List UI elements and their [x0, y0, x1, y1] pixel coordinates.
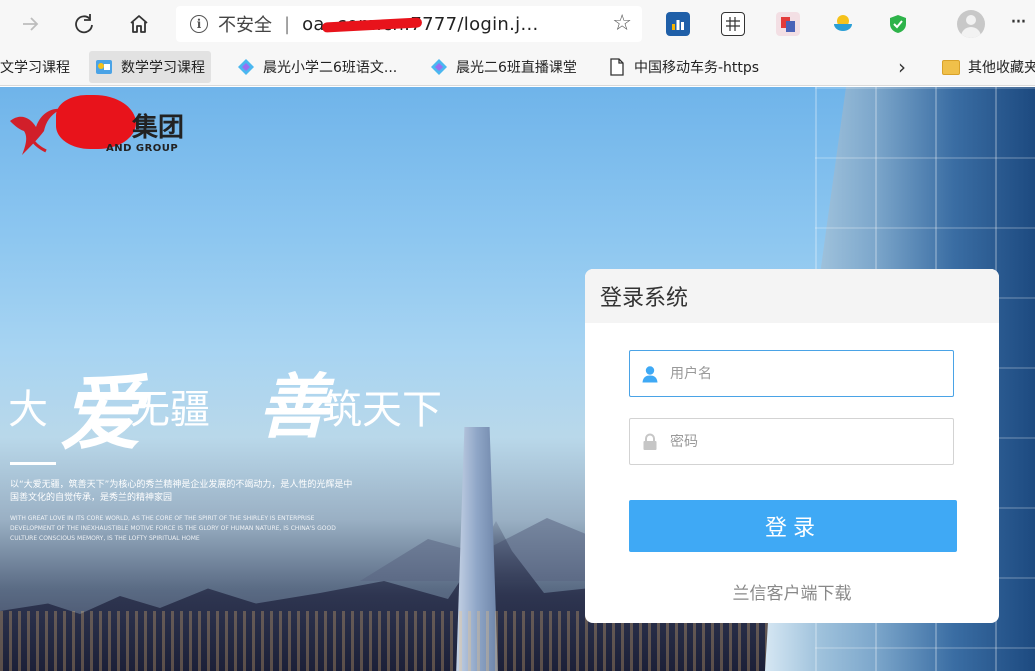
- chart-extension-icon[interactable]: [666, 12, 690, 36]
- bookmark-label: 晨光小学二6班语文...: [263, 60, 398, 76]
- bookmark-label: 晨光二6班直播课堂: [456, 60, 577, 76]
- security-label[interactable]: 不安全: [218, 11, 272, 37]
- login-card: 登录系统 登录 兰信客户端下载: [585, 269, 999, 623]
- bookmark-label: 中国移动车务-https: [634, 60, 760, 76]
- logo-english-text: AND GROUP: [106, 143, 179, 154]
- shield-extension-icon[interactable]: [886, 12, 910, 36]
- info-icon[interactable]: i: [190, 15, 208, 33]
- company-logo: 集团 AND GROUP: [6, 93, 196, 159]
- slogan-char: 无疆: [130, 387, 210, 433]
- slogan-divider: [10, 462, 56, 465]
- password-field[interactable]: [629, 418, 954, 465]
- bookmark-label: 数学学习课程: [121, 60, 205, 76]
- browser-toolbar: i 不安全 | oa .com.cn:7777/login.j... ☆ ···: [0, 0, 1035, 48]
- user-icon: [630, 351, 670, 396]
- arrow-right-icon: [23, 17, 39, 31]
- username-input[interactable]: [670, 365, 940, 382]
- refresh-button[interactable]: [68, 8, 100, 40]
- slogan-description-en: WITH GREAT LOVE IN ITS CORE WORLD, AS TH…: [10, 515, 336, 542]
- bookmark-label: 文学习课程: [0, 60, 70, 76]
- address-bar[interactable]: i 不安全 | oa .com.cn:7777/login.j... ☆: [176, 6, 642, 42]
- logo-redaction: [56, 95, 136, 149]
- back-button[interactable]: [14, 8, 46, 40]
- password-input[interactable]: [670, 433, 940, 450]
- slogan-char-large: 善: [258, 365, 328, 448]
- login-button[interactable]: 登录: [629, 500, 957, 552]
- diamond-icon: [430, 58, 448, 76]
- bookmark-item[interactable]: 晨光二6班直播课堂: [424, 51, 583, 83]
- avatar-head: [966, 15, 976, 25]
- bowl-extension-icon[interactable]: [831, 12, 855, 36]
- bookmark-item[interactable]: 数学学习课程: [89, 51, 211, 83]
- page-icon: [608, 58, 626, 76]
- home-button[interactable]: [123, 8, 155, 40]
- folder-icon: [942, 58, 960, 76]
- client-download-label[interactable]: 兰信客户端下载: [733, 584, 852, 604]
- username-field[interactable]: [629, 350, 954, 397]
- profile-avatar[interactable]: [957, 10, 985, 38]
- more-menu-button[interactable]: ···: [1010, 10, 1027, 35]
- slogan-description-cn: 以“大爱无疆，筑善天下”为核心的秀兰精神是企业发展的不竭动力，是人性的光辉是中国…: [10, 480, 353, 503]
- bookmarks-bar: 文学习课程 数学学习课程 晨光小学二6班语文... 晨光二6班直播课堂 中国移动…: [0, 48, 1035, 86]
- logo-chinese-text: 集团: [132, 113, 185, 143]
- bookmark-item[interactable]: 中国移动车务-https: [602, 51, 765, 83]
- slogan-char: 筑天下: [322, 387, 442, 433]
- client-download-link[interactable]: 兰信客户端下载: [585, 579, 999, 604]
- bookmark-label: 其他收藏夹: [968, 60, 1035, 76]
- address-separator: |: [284, 13, 291, 35]
- login-title: 登录系统: [600, 286, 689, 311]
- login-page: 集团 AND GROUP 大 爱 无疆 善 筑天下 以“大爱无疆，筑善天下”为核…: [0, 87, 1035, 671]
- login-card-header: 登录系统: [585, 269, 999, 323]
- star-icon[interactable]: ☆: [612, 11, 632, 36]
- pdf-extension-icon[interactable]: [776, 12, 800, 36]
- bookmark-item[interactable]: 文学习课程: [0, 51, 76, 83]
- bookmarks-overflow-button[interactable]: ›: [898, 55, 906, 79]
- bookmark-item[interactable]: 晨光小学二6班语文...: [231, 51, 403, 83]
- math-course-icon: [95, 58, 113, 76]
- refresh-icon: [75, 14, 93, 34]
- slogan-char: 大: [8, 387, 48, 433]
- avatar-body: [961, 27, 981, 38]
- lock-icon: [630, 419, 670, 464]
- other-bookmarks-folder[interactable]: 其他收藏夹: [936, 51, 1035, 83]
- home-icon: [130, 15, 148, 33]
- diamond-icon: [237, 58, 255, 76]
- calculator-extension-icon[interactable]: [721, 12, 745, 36]
